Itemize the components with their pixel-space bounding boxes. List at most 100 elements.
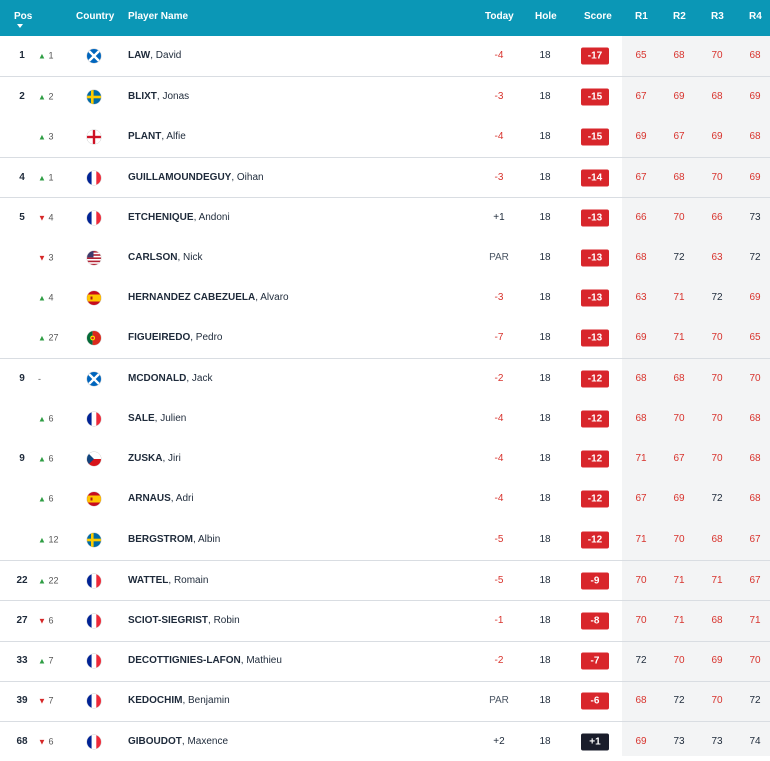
- round-3-score: 70: [711, 171, 723, 183]
- table-row[interactable]: ▲ 4 HERNANDEZ CABEZUELA, Alvaro -3 18 -13 63 7…: [0, 278, 770, 318]
- arrow-up-icon: ▲: [38, 576, 46, 586]
- sweden-flag-icon: [87, 532, 101, 547]
- hole: 18: [539, 453, 551, 465]
- czech-flag-icon: [87, 452, 101, 467]
- round-4-score: 67: [749, 574, 761, 586]
- player-name-link[interactable]: BLIXT, Jonas: [128, 91, 189, 103]
- round-2-score: 70: [673, 533, 685, 545]
- player-name-link[interactable]: SCIOT-SIEGRIST, Robin: [128, 615, 240, 627]
- hole: 18: [539, 130, 551, 142]
- table-row[interactable]: 39 ▼ 7 KEDOCHIM, Benjamin PAR 18 -6 68 72 70 72: [0, 680, 770, 721]
- table-row[interactable]: 68 ▼ 6 GIBOUDOT, Maxence +2 18 +1 69 73 73 74: [0, 721, 770, 761]
- france-flag-icon: [87, 573, 101, 588]
- player-name-link[interactable]: SALE, Julien: [128, 413, 186, 425]
- arrow-up-icon: ▲: [38, 173, 46, 183]
- total-score-badge: -7: [581, 652, 609, 670]
- player-name-link[interactable]: GIBOUDOT, Maxence: [128, 736, 228, 748]
- round-3-score: 68: [711, 533, 723, 545]
- table-row[interactable]: 1 ▲ 1 LAW, David -4 18 -17 65 68 70 68: [0, 36, 770, 76]
- player-name-link[interactable]: BERGSTROM, Albin: [128, 534, 220, 546]
- player-first-name: Alfie: [166, 130, 186, 142]
- player-name-link[interactable]: ARNAUS, Adri: [128, 493, 194, 505]
- table-row[interactable]: 4 ▲ 1 GUILLAMOUNDEGUY, Oihan -3 18 -14 67 68 70 6…: [0, 156, 770, 197]
- arrow-up-icon: ▲: [38, 414, 46, 424]
- hole: 18: [539, 171, 551, 183]
- round-1-score: 69: [635, 735, 647, 747]
- movement-value: 7: [48, 695, 54, 706]
- table-row[interactable]: 9 ▲ 6 ZUSKA, Jiri -4 18 -12 71 67 70 68: [0, 439, 770, 479]
- total-score-badge: -13: [581, 329, 609, 347]
- player-last-name: GUILLAMOUNDEGUY: [128, 171, 232, 183]
- movement-value: 12: [48, 534, 59, 545]
- france-flag-icon: [87, 694, 101, 709]
- movement-value: 6: [48, 736, 54, 747]
- player-name-link[interactable]: ETCHENIQUE, Andoni: [128, 212, 230, 224]
- player-last-name: ARNAUS: [128, 493, 171, 505]
- position-movement: ▼ 3: [38, 251, 72, 264]
- round-4-score: 72: [749, 251, 761, 263]
- player-last-name: MCDONALD: [128, 373, 187, 385]
- england-flag-icon: [87, 129, 101, 144]
- round-4-score: 68: [749, 130, 761, 142]
- table-row[interactable]: 22 ▲ 22 WATTEL, Romain -5 18 -9 70 71 71 67: [0, 559, 770, 600]
- round-4-score: 72: [749, 695, 761, 707]
- player-name-link[interactable]: LAW, David: [128, 50, 181, 62]
- player-first-name: Robin: [213, 614, 240, 626]
- header-pos[interactable]: Pos: [14, 11, 32, 23]
- total-score-badge: -6: [581, 692, 609, 710]
- arrow-up-icon: ▲: [38, 333, 46, 343]
- movement-value: 6: [48, 413, 54, 424]
- today-score: +2: [493, 735, 505, 747]
- table-row[interactable]: ▲ 27 FIGUEIREDO, Pedro -7 18 -13 69 71 70 65: [0, 318, 770, 358]
- table-row[interactable]: 2 ▲ 2 BLIXT, Jonas -3 18 -15 67 69 68 69: [0, 76, 770, 116]
- player-last-name: DECOTTIGNIES-LAFON: [128, 655, 241, 667]
- total-score-badge: -13: [581, 249, 609, 267]
- round-3-score: 66: [711, 211, 723, 223]
- table-row[interactable]: 27 ▼ 6 SCIOT-SIEGRIST, Robin -1 18 -8 70 71 68 71: [0, 600, 770, 640]
- position-movement: ▲ 22: [38, 574, 72, 587]
- round-4-score: 69: [749, 90, 761, 102]
- arrow-down-icon: ▼: [38, 253, 46, 263]
- player-name-link[interactable]: CARLSON, Nick: [128, 252, 202, 264]
- round-4-score: 70: [749, 655, 761, 667]
- position-movement: ▲ 1: [38, 50, 72, 63]
- table-row[interactable]: ▲ 12 BERGSTROM, Albin -5 18 -12 71 70 68 67: [0, 520, 770, 560]
- player-name-link[interactable]: WATTEL, Romain: [128, 575, 208, 587]
- player-name-link[interactable]: GUILLAMOUNDEGUY, Oihan: [128, 172, 264, 184]
- player-name-link[interactable]: HERNANDEZ CABEZUELA, Alvaro: [128, 292, 289, 304]
- position-movement: ▲ 7: [38, 655, 72, 668]
- table-row[interactable]: ▲ 6 SALE, Julien -4 18 -12 68 70 70 68: [0, 399, 770, 439]
- player-first-name: Albin: [198, 533, 221, 545]
- position-movement: ▲ 4: [38, 291, 72, 304]
- header-hole: Hole: [535, 11, 557, 22]
- player-name-link[interactable]: PLANT, Alfie: [128, 131, 186, 143]
- table-row[interactable]: 33 ▲ 7 DECOTTIGNIES-LAFON, Mathieu -2 18 -7 72…: [0, 640, 770, 681]
- hole: 18: [539, 614, 551, 626]
- sort-caret-icon[interactable]: [17, 24, 23, 28]
- player-last-name: FIGUEIREDO: [128, 332, 191, 344]
- player-name-link[interactable]: ZUSKA, Jiri: [128, 453, 181, 465]
- table-row[interactable]: ▲ 3 PLANT, Alfie -4 18 -15 69 67 69 68: [0, 117, 770, 157]
- player-name-link[interactable]: FIGUEIREDO, Pedro: [128, 332, 222, 344]
- position: 27: [16, 614, 28, 626]
- today-score: -5: [494, 574, 504, 586]
- player-name-link[interactable]: MCDONALD, Jack: [128, 373, 212, 385]
- table-row[interactable]: 5 ▼ 4 ETCHENIQUE, Andoni +1 18 -13 66 70 66 73: [0, 197, 770, 237]
- round-3-score: 71: [711, 574, 723, 586]
- arrow-up-icon: ▲: [38, 656, 46, 666]
- hole: 18: [539, 574, 551, 586]
- player-name-link[interactable]: DECOTTIGNIES-LAFON, Mathieu: [128, 655, 282, 667]
- table-row[interactable]: 9 - MCDONALD, Jack -2 18 -12 68 68 70 70: [0, 358, 770, 398]
- player-name-link[interactable]: KEDOCHIM, Benjamin: [128, 695, 230, 707]
- round-2-score: 72: [673, 251, 685, 263]
- table-row[interactable]: ▲ 6 ARNAUS, Adri -4 18 -12 67 69 72 68: [0, 479, 770, 519]
- table-row[interactable]: ▼ 3 CARLSON, Nick PAR 18 -13 68 72 63 72: [0, 238, 770, 278]
- round-3-score: 70: [711, 453, 723, 465]
- position: 5: [19, 211, 25, 223]
- round-2-score: 69: [673, 493, 685, 505]
- player-last-name: SALE: [128, 412, 155, 424]
- spain-flag-icon: [87, 492, 101, 507]
- player-first-name: Mathieu: [246, 655, 282, 667]
- position: 9: [19, 453, 25, 465]
- hole: 18: [539, 533, 551, 545]
